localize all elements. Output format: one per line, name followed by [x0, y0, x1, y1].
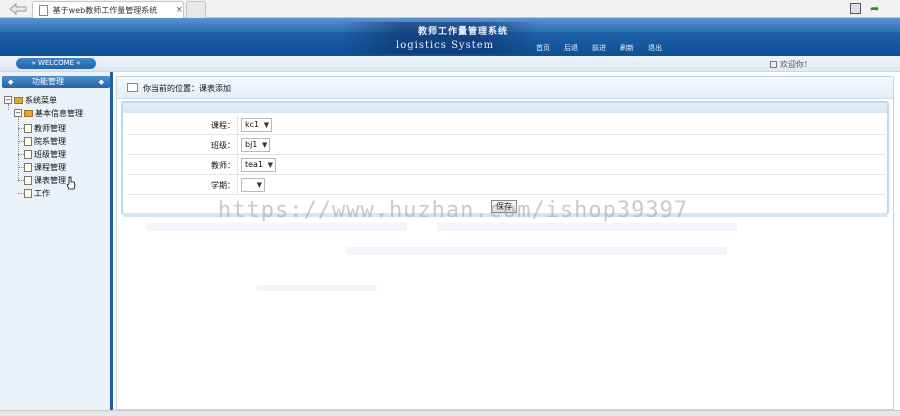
form-header-bar [123, 103, 887, 113]
welcome-badge: » WELCOME « [16, 58, 96, 69]
sidebar-item-class[interactable]: 班级管理 [24, 148, 66, 160]
home-icon[interactable] [850, 3, 861, 14]
sidebar-item-workload[interactable]: 工作 [24, 187, 50, 199]
page-icon [39, 4, 48, 16]
collapse-icon[interactable]: − [14, 109, 22, 117]
location-icon [127, 83, 138, 92]
sidebar-header-right-icon: ◆ [98, 78, 104, 86]
main-content: 你当前的位置：课表添加 课程： kc1 ▼ 班级： bj1 ▼ 教师： tea1… [116, 76, 894, 410]
page-icon [24, 188, 32, 198]
tree-group[interactable]: − 基本信息管理 [14, 107, 83, 119]
breadcrumb-text: 你当前的位置：课表添加 [143, 84, 231, 93]
chevron-down-icon: ▼ [263, 121, 270, 129]
watermark-text: https://www.huzhan.com/ishop39397 [218, 198, 689, 223]
term-select[interactable]: ▼ [241, 178, 265, 192]
left-sidebar: ◆ 功能管理 ◆ − 系统菜单 − 基本信息管理 教师管理 院系管理 班级管理 … [0, 72, 113, 416]
sidebar-header-title: 功能管理 [32, 77, 64, 86]
sidebar-item-label: 课表管理 [34, 175, 66, 185]
chevron-down-icon: ▼ [262, 141, 268, 149]
teacher-select-value: tea1 [245, 160, 264, 169]
collapse-icon[interactable]: − [4, 96, 12, 104]
sidebar-item-department[interactable]: 院系管理 [24, 135, 66, 147]
back-arrow-icon[interactable] [8, 2, 30, 16]
page-icon [24, 162, 32, 172]
class-select[interactable]: bj1 ▼ [241, 138, 271, 152]
sidebar-item-course[interactable]: 课程管理 [24, 161, 66, 173]
teacher-select[interactable]: tea1 ▼ [241, 158, 277, 172]
sidebar-item-label: 院系管理 [34, 136, 66, 146]
sidebar-item-label: 班级管理 [34, 149, 66, 159]
form-row-term: 学期： ▼ [127, 175, 885, 195]
course-select-value: kc1 [245, 120, 260, 129]
teacher-label: 教师： [211, 161, 235, 170]
course-label: 课程： [211, 121, 235, 130]
tab-title: 基于web教师工作量管理系统 [52, 5, 158, 15]
sidebar-item-schedule[interactable]: 课表管理 [24, 174, 66, 186]
form-row-course: 课程： kc1 ▼ [127, 115, 885, 135]
chevron-down-icon: ▼ [267, 161, 274, 169]
system-title: 教师工作量管理系统 [418, 27, 509, 37]
hand-cursor-icon [66, 176, 76, 190]
nav-forward-link[interactable]: 前进 [592, 43, 606, 53]
nav-logout-link[interactable]: 退出 [648, 43, 662, 53]
nav-refresh-link[interactable]: 刷新 [620, 43, 634, 53]
form-row-class: 班级： bj1 ▼ [127, 135, 885, 155]
tree-group-label: 基本信息管理 [35, 108, 83, 118]
breadcrumb: 你当前的位置：课表添加 [117, 77, 893, 99]
course-select[interactable]: kc1 ▼ [241, 118, 273, 132]
form-row-teacher: 教师： tea1 ▼ [127, 155, 885, 175]
page-icon [24, 136, 32, 146]
top-nav: 首页 后退 前进 刷新 退出 [536, 43, 676, 53]
user-icon [770, 61, 777, 68]
nav-back-link[interactable]: 后退 [564, 43, 578, 53]
sidebar-item-label: 课程管理 [34, 162, 66, 172]
new-tab-button[interactable] [186, 1, 206, 18]
sidebar-item-label: 教师管理 [34, 123, 66, 133]
screen: 基于web教师工作量管理系统 × ➦ 教师工作量管理系统 logistics S… [0, 0, 900, 416]
app-header: 教师工作量管理系统 logistics System 首页 后退 前进 刷新 退… [0, 18, 900, 56]
class-select-value: bj1 [245, 140, 258, 149]
welcome-strip: » WELCOME « 欢迎你！ [0, 56, 900, 72]
status-bar [0, 410, 900, 416]
page-icon [24, 149, 32, 159]
greeting-text: 欢迎你！ [780, 60, 812, 69]
tree-root[interactable]: − 系统菜单 [4, 94, 57, 106]
class-label: 班级： [211, 141, 235, 150]
chevron-down-icon: ▼ [256, 181, 262, 189]
browser-tab[interactable]: 基于web教师工作量管理系统 × [32, 1, 184, 18]
user-greeting: 欢迎你！ [770, 59, 812, 70]
sidebar-header: ◆ 功能管理 ◆ [2, 76, 110, 88]
page-icon [24, 123, 32, 133]
tree-root-label: 系统菜单 [25, 95, 57, 105]
close-tab-icon[interactable]: × [175, 5, 183, 15]
sidebar-header-left-icon: ◆ [8, 78, 14, 86]
page-icon [24, 175, 32, 185]
folder-icon [14, 96, 23, 104]
sidebar-item-teacher[interactable]: 教师管理 [24, 122, 66, 134]
green-arrow-icon[interactable]: ➦ [870, 3, 879, 14]
term-label: 学期： [211, 181, 235, 190]
browser-tab-bar: 基于web教师工作量管理系统 × ➦ [0, 0, 900, 18]
system-subtitle: logistics System [396, 40, 495, 51]
nav-home-link[interactable]: 首页 [536, 43, 550, 53]
folder-icon [24, 109, 33, 117]
sidebar-item-label: 工作 [34, 188, 50, 198]
